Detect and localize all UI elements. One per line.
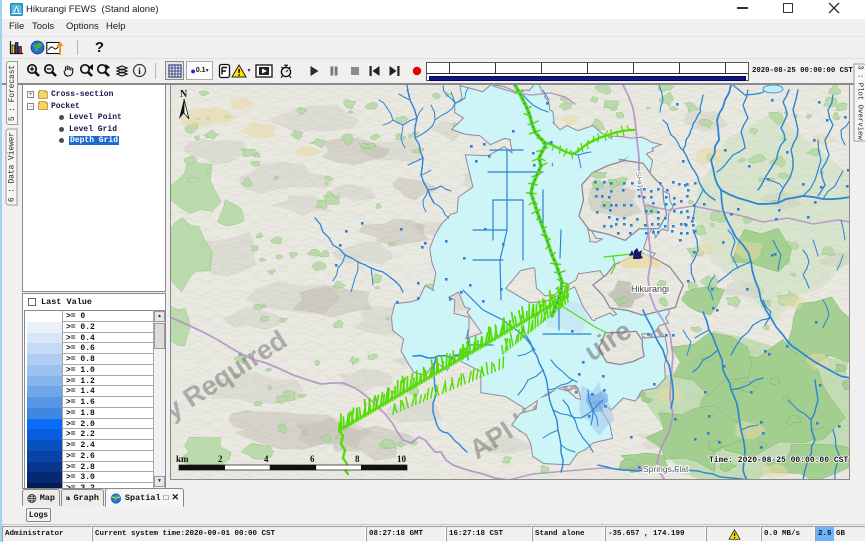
- svg-text:N: N: [180, 89, 188, 100]
- svg-text:4: 4: [264, 454, 269, 464]
- svg-text:km: km: [176, 454, 189, 464]
- svg-text:2: 2: [218, 454, 223, 464]
- svg-text:8: 8: [355, 454, 360, 464]
- svg-text:Hikurangi: Hikurangi: [631, 284, 669, 294]
- svg-text:i: i: [138, 66, 141, 76]
- svg-text:10: 10: [397, 454, 407, 464]
- svg-text:6: 6: [310, 454, 315, 464]
- svg-text:Time: 2020-08-25 00:00:00 CST: Time: 2020-08-25 00:00:00 CST: [709, 456, 848, 465]
- svg-text:Springs Flat: Springs Flat: [643, 464, 689, 474]
